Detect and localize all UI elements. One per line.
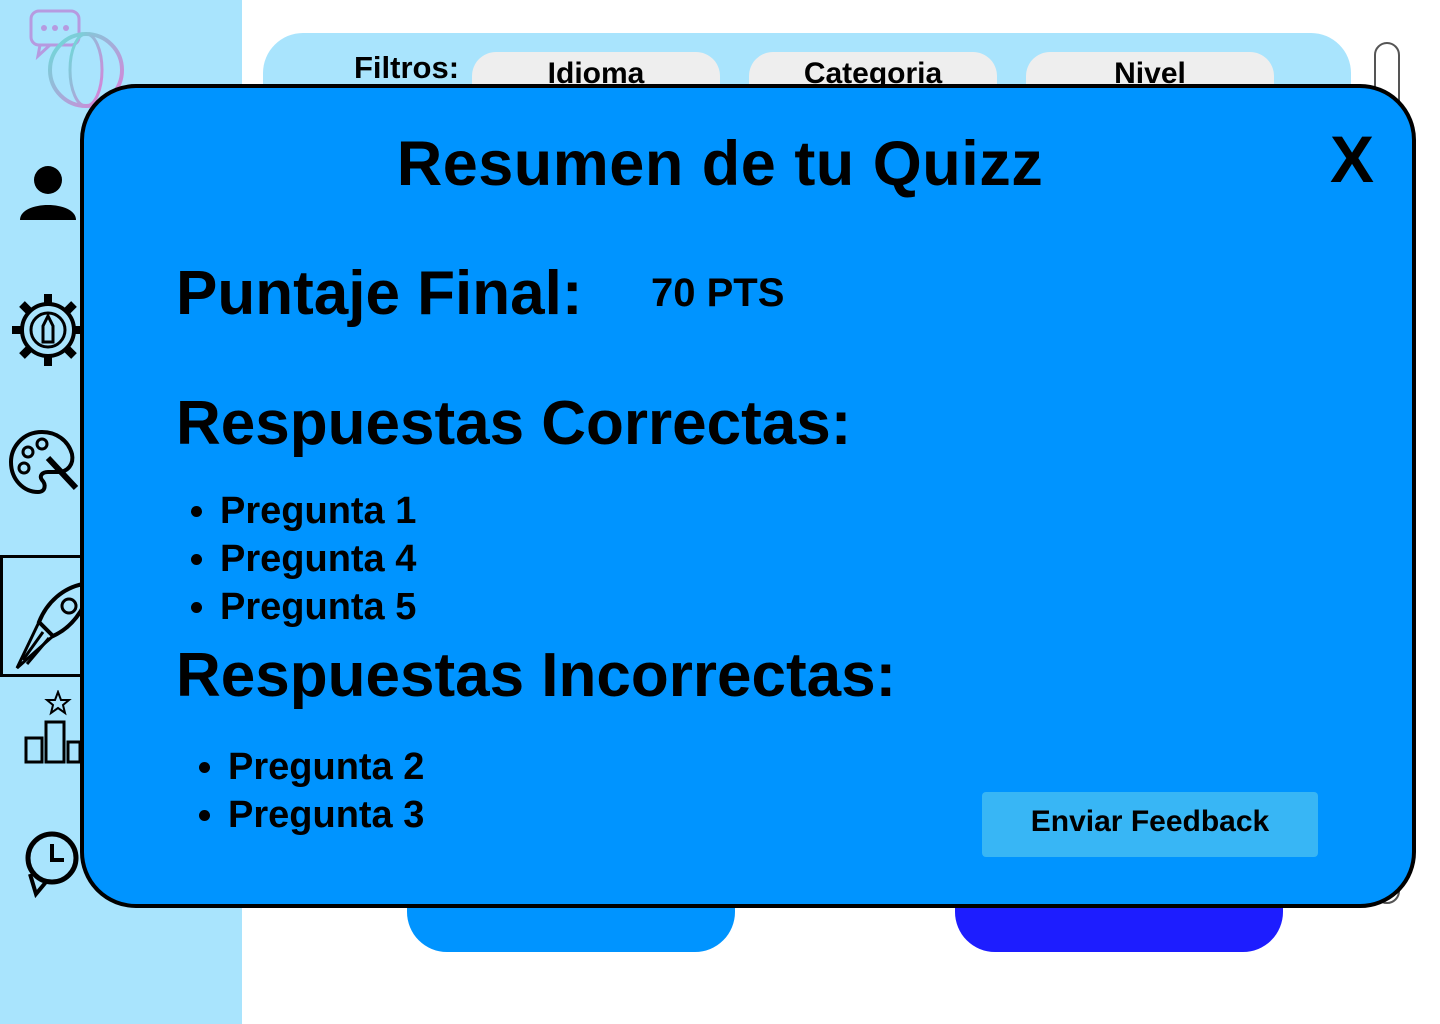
list-item: Pregunta 2 bbox=[228, 743, 424, 791]
score-label: Puntaje Final: bbox=[176, 259, 583, 328]
correct-answers-heading: Respuestas Correctas: bbox=[176, 389, 852, 458]
palette-icon[interactable] bbox=[8, 428, 78, 498]
list-item: Pregunta 4 bbox=[220, 535, 416, 583]
gear-pencil-icon[interactable] bbox=[10, 292, 86, 368]
list-item: Pregunta 3 bbox=[228, 791, 424, 839]
filter-label: Filtros: bbox=[354, 50, 460, 85]
ranking-icon[interactable] bbox=[22, 690, 82, 766]
incorrect-answers-list: Pregunta 2 Pregunta 3 bbox=[184, 743, 424, 839]
score-value: 70 PTS bbox=[651, 271, 785, 315]
list-item: Pregunta 5 bbox=[220, 583, 416, 631]
modal-title: Resumen de tu Quizz bbox=[396, 129, 1044, 199]
close-button[interactable]: X bbox=[1322, 124, 1382, 194]
list-item: Pregunta 1 bbox=[220, 487, 416, 535]
correct-answers-list: Pregunta 1 Pregunta 4 Pregunta 5 bbox=[176, 487, 416, 631]
send-feedback-button[interactable]: Enviar Feedback bbox=[982, 792, 1318, 857]
incorrect-answers-heading: Respuestas Incorrectas: bbox=[176, 641, 897, 710]
history-icon[interactable] bbox=[22, 828, 82, 898]
